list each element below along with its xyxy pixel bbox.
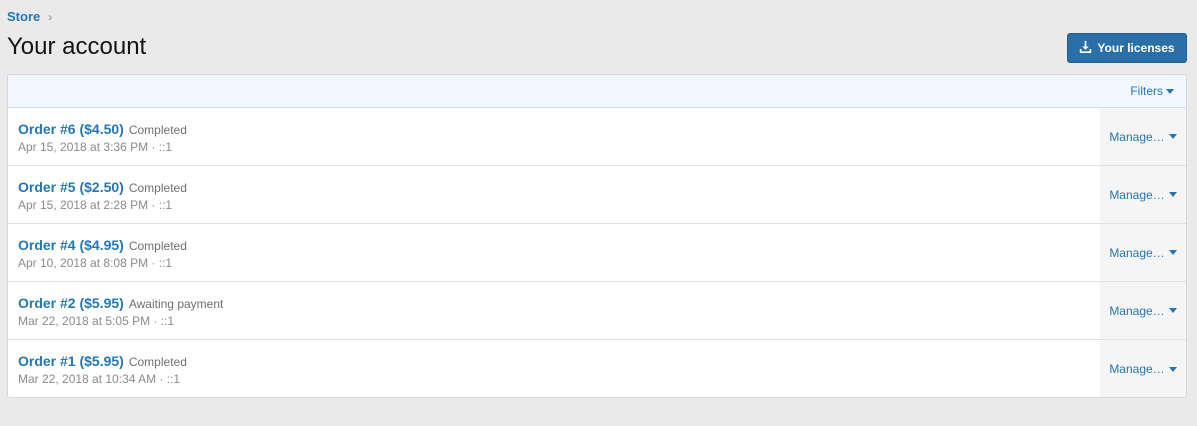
orders-block: Filters Order #6 ($4.50) Completed Apr 1…	[7, 74, 1187, 398]
manage-menu-button[interactable]: Manage…	[1100, 340, 1186, 397]
order-status: Completed	[128, 123, 187, 137]
order-row-main: Order #6 ($4.50) Completed Apr 15, 2018 …	[8, 108, 1100, 165]
manage-label: Manage…	[1109, 245, 1165, 260]
caret-down-icon	[1168, 308, 1177, 313]
manage-label: Manage…	[1109, 129, 1165, 144]
order-link[interactable]: Order #2 ($5.95)	[18, 295, 124, 311]
caret-down-icon	[1168, 366, 1177, 372]
your-licenses-button[interactable]: Your licenses	[1067, 33, 1187, 63]
manage-label: Manage…	[1109, 303, 1165, 318]
your-licenses-label: Your licenses	[1097, 41, 1175, 55]
order-row: Order #4 ($4.95) Completed Apr 10, 2018 …	[8, 224, 1186, 282]
order-status: Completed	[128, 239, 187, 253]
caret-down-icon	[1168, 134, 1177, 139]
order-link[interactable]: Order #1 ($5.95)	[18, 353, 124, 369]
caret-down-icon	[1168, 250, 1177, 255]
order-row: Order #1 ($5.95) Completed Mar 22, 2018 …	[8, 340, 1186, 397]
order-title-line: Order #2 ($5.95) Awaiting payment	[18, 295, 1100, 311]
order-title-line: Order #4 ($4.95) Completed	[18, 237, 1100, 253]
order-link[interactable]: Order #6 ($4.50)	[18, 121, 124, 137]
page-title: Your account	[7, 33, 147, 60]
download-icon	[1079, 40, 1092, 56]
order-status: Completed	[128, 355, 187, 369]
filters-menu[interactable]: Filters	[1130, 84, 1174, 98]
manage-menu-button[interactable]: Manage…	[1100, 108, 1186, 165]
order-meta: Apr 15, 2018 at 3:36 PM · ::1	[18, 140, 173, 154]
breadcrumb-store-link[interactable]: Store	[7, 9, 40, 24]
order-row-main: Order #2 ($5.95) Awaiting payment Mar 22…	[8, 282, 1100, 339]
order-title-line: Order #1 ($5.95) Completed	[18, 353, 1100, 369]
order-row: Order #6 ($4.50) Completed Apr 15, 2018 …	[8, 108, 1186, 166]
order-row: Order #2 ($5.95) Awaiting payment Mar 22…	[8, 282, 1186, 340]
order-title-line: Order #6 ($4.50) Completed	[18, 121, 1100, 137]
order-meta: Mar 22, 2018 at 5:05 PM · ::1	[18, 314, 175, 328]
order-title-line: Order #5 ($2.50) Completed	[18, 179, 1100, 195]
order-status: Awaiting payment	[128, 297, 224, 311]
order-row-main: Order #5 ($2.50) Completed Apr 15, 2018 …	[8, 166, 1100, 223]
order-link[interactable]: Order #5 ($2.50)	[18, 179, 124, 195]
order-meta: Mar 22, 2018 at 10:34 AM · ::1	[18, 372, 181, 386]
order-row-main: Order #4 ($4.95) Completed Apr 10, 2018 …	[8, 224, 1100, 281]
breadcrumb: Store ›	[7, 9, 52, 24]
manage-menu-button[interactable]: Manage…	[1100, 224, 1186, 281]
filter-bar: Filters	[8, 75, 1186, 108]
order-link[interactable]: Order #4 ($4.95)	[18, 237, 124, 253]
manage-label: Manage…	[1109, 187, 1165, 202]
caret-down-icon	[1168, 192, 1177, 197]
order-row: Order #5 ($2.50) Completed Apr 15, 2018 …	[8, 166, 1186, 224]
order-meta: Apr 10, 2018 at 8:08 PM · ::1	[18, 256, 173, 270]
order-row-main: Order #1 ($5.95) Completed Mar 22, 2018 …	[8, 340, 1100, 397]
manage-label: Manage…	[1109, 362, 1165, 376]
order-status: Completed	[128, 181, 187, 195]
manage-menu-button[interactable]: Manage…	[1100, 282, 1186, 339]
filters-label: Filters	[1130, 84, 1163, 98]
order-meta: Apr 15, 2018 at 2:28 PM · ::1	[18, 198, 173, 212]
caret-down-icon	[1166, 88, 1174, 94]
manage-menu-button[interactable]: Manage…	[1100, 166, 1186, 223]
breadcrumb-separator: ›	[48, 9, 53, 24]
orders-list: Order #6 ($4.50) Completed Apr 15, 2018 …	[8, 108, 1186, 397]
